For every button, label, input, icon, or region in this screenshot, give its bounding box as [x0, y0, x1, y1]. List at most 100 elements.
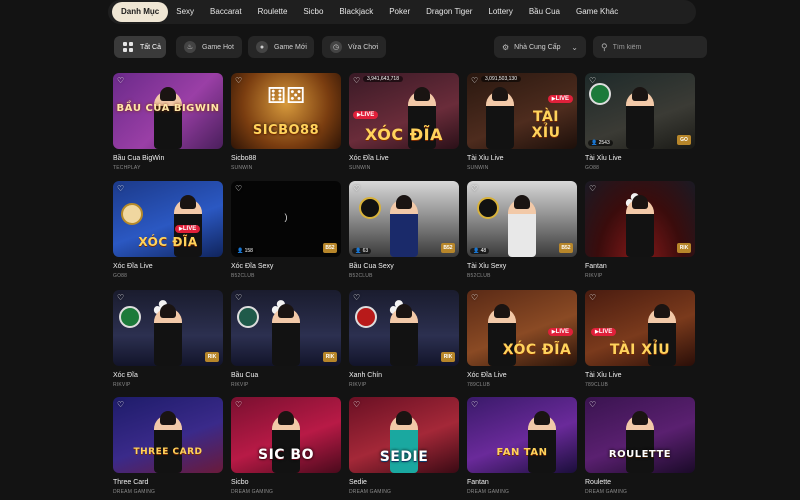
heart-icon[interactable]: ♡ — [471, 293, 478, 302]
category-lottery[interactable]: Lottery — [480, 2, 520, 22]
heart-icon[interactable]: ♡ — [471, 400, 478, 409]
heart-icon[interactable]: ♡ — [235, 184, 242, 193]
game-card[interactable]: SIC BO ♡ Sicbo DREAM GAMING — [231, 397, 341, 495]
game-thumbnail[interactable]: 👤 2543 GO ♡ — [585, 73, 695, 149]
game-card[interactable]: 3,091,503,130 LIVE TÀI XỈU ♡ Tài Xỉu Liv… — [467, 73, 577, 171]
game-thumbnail[interactable]: LIVE XÓC ĐĨA ♡ — [113, 181, 223, 257]
player-count-value: 48 — [480, 248, 487, 254]
player-count-value: 63 — [362, 248, 369, 254]
heart-icon[interactable]: ♡ — [471, 184, 478, 193]
game-provider: SUNWIN — [349, 165, 371, 171]
player-count: 👤 2543 — [588, 140, 613, 146]
heart-icon[interactable]: ♡ — [117, 184, 124, 193]
game-card[interactable]: 👤 63 B52 ♡ Bầu Cua Sexy B52CLUB — [349, 181, 459, 279]
game-thumbnail[interactable]: THREE CARD ♡ — [113, 397, 223, 473]
game-card[interactable]: LIVE XÓC ĐĨA ♡ Xóc Đĩa Live GO88 — [113, 181, 223, 279]
game-thumbnail[interactable]: ⚅⚄ SICBO88 ♡ — [231, 73, 341, 149]
game-logo: THREE CARD — [133, 447, 203, 457]
game-title: Sicbo88 — [231, 155, 257, 162]
category-poker[interactable]: Poker — [381, 2, 418, 22]
game-thumbnail[interactable]: LIVE TÀI XỈU ♡ — [585, 290, 695, 366]
game-thumbnail[interactable]: 3,091,503,130 LIVE TÀI XỈU ♡ — [467, 73, 577, 149]
category-baccarat[interactable]: Baccarat — [202, 2, 250, 22]
player-count-value: 158 — [244, 248, 253, 254]
category-sicbo[interactable]: Sicbo — [295, 2, 331, 22]
search-input[interactable] — [612, 43, 693, 51]
heart-icon[interactable]: ♡ — [117, 293, 124, 302]
game-title: Fantan — [585, 263, 607, 270]
category-bau-cua[interactable]: Bầu Cua — [521, 2, 568, 22]
heart-icon[interactable]: ♡ — [235, 400, 242, 409]
category-roulette[interactable]: Roulette — [250, 2, 296, 22]
heart-icon[interactable]: ♡ — [353, 293, 360, 302]
plate-icon — [359, 197, 381, 219]
game-thumbnail[interactable]: 👤 63 B52 ♡ — [349, 181, 459, 257]
heart-icon[interactable]: ♡ — [589, 184, 596, 193]
heart-icon[interactable]: ♡ — [117, 76, 124, 85]
game-thumbnail[interactable]: FAN TAN ♡ — [467, 397, 577, 473]
game-thumbnail[interactable]: ROULETTE ♡ — [585, 397, 695, 473]
category-blackjack[interactable]: Blackjack — [331, 2, 381, 22]
game-card[interactable]: THREE CARD ♡ Three Card DREAM GAMING — [113, 397, 223, 495]
game-title: Xóc Đĩa Live — [349, 155, 389, 162]
game-card[interactable]: LIVE XÓC ĐĨA ♡ Xóc Đĩa Live 789CLUB — [467, 290, 577, 388]
game-thumbnail[interactable]: SIC BO ♡ — [231, 397, 341, 473]
game-title: Roulette — [585, 479, 612, 486]
category-game-khac[interactable]: Game Khác — [568, 2, 626, 22]
game-card[interactable]: 👤 48 B52 ♡ Tài Xỉu Sexy B52CLUB — [467, 181, 577, 279]
heart-icon[interactable]: ♡ — [589, 76, 596, 85]
provider-select[interactable]: ⚙ Nhà Cung Cấp ⌄ — [494, 36, 586, 58]
filter-all-button[interactable]: Tất Cả — [114, 36, 166, 58]
category-sexy[interactable]: Sexy — [168, 2, 202, 22]
game-thumbnail[interactable]: 3,941,643,718 LIVE XÓC ĐĨA ♡ — [349, 73, 459, 149]
game-logo: SICBO88 — [252, 123, 320, 138]
game-card[interactable]: LIVE TÀI XỈU ♡ Tài Xỉu Live 789CLUB — [585, 290, 695, 388]
game-thumbnail[interactable]: ♣ RIK ♡ — [585, 181, 695, 257]
heart-icon[interactable]: ♡ — [353, 76, 360, 85]
game-card[interactable]: ♣ RIK ♡ Xanh Chín RIKVIP — [349, 290, 459, 388]
filter-recent-button[interactable]: ◷ Vừa Chơi — [322, 36, 386, 58]
category-all[interactable]: Danh Mục — [112, 2, 169, 22]
game-thumbnail[interactable]: BẦU CUA BIGWIN ♡ — [113, 73, 223, 149]
plate-icon — [589, 83, 611, 105]
game-thumbnail[interactable]: ♣ RIK ♡ — [349, 290, 459, 366]
game-logo: XÓC ĐĨA — [138, 235, 198, 249]
game-card[interactable]: ROULETTE ♡ Roulette DREAM GAMING — [585, 397, 695, 495]
heart-icon[interactable]: ♡ — [589, 293, 596, 302]
game-thumbnail[interactable]: ♣ RIK ♡ — [113, 290, 223, 366]
game-thumbnail[interactable]: 👤 48 B52 ♡ — [467, 181, 577, 257]
category-bar: Danh Mục Sexy Baccarat Roulette Sicbo Bl… — [108, 0, 696, 24]
heart-icon[interactable]: ♡ — [117, 400, 124, 409]
game-thumbnail[interactable]: ♣ RIK ♡ — [231, 290, 341, 366]
game-thumbnail[interactable]: LIVE XÓC ĐĨA ♡ — [467, 290, 577, 366]
game-thumbnail[interactable]: ) 👤 158 B52 ♡ — [231, 181, 341, 257]
game-thumbnail[interactable]: SEDIE ♡ — [349, 397, 459, 473]
heart-icon[interactable]: ♡ — [353, 184, 360, 193]
game-card[interactable]: FAN TAN ♡ Fantan DREAM GAMING — [467, 397, 577, 495]
game-card[interactable]: ♣ RIK ♡ Bầu Cua RIKVIP — [231, 290, 341, 388]
heart-icon[interactable]: ♡ — [235, 76, 242, 85]
game-card[interactable]: ) 👤 158 B52 ♡ Xóc Đĩa Sexy B52CLUB — [231, 181, 341, 279]
game-provider: B52CLUB — [349, 273, 373, 279]
game-card[interactable]: 👤 2543 GO ♡ Tài Xỉu Live GO88 — [585, 73, 695, 171]
game-card[interactable]: BẦU CUA BIGWIN ♡ Bầu Cua BigWin TECHPLAY — [113, 73, 223, 171]
game-card[interactable]: ♣ RIK ♡ Xóc Đĩa RIKVIP — [113, 290, 223, 388]
game-provider: SUNWIN — [231, 165, 253, 171]
heart-icon[interactable]: ♡ — [589, 400, 596, 409]
live-badge: LIVE — [175, 225, 201, 233]
provider-icon: ⚙ — [502, 42, 510, 52]
game-card[interactable]: ♣ RIK ♡ Fantan RIKVIP — [585, 181, 695, 279]
heart-icon[interactable]: ♡ — [353, 400, 360, 409]
game-title: Tài Xỉu Sexy — [467, 263, 507, 270]
dealer-figure — [528, 411, 556, 473]
filter-new-button[interactable]: ● Game Mới — [248, 36, 314, 58]
heart-icon[interactable]: ♡ — [471, 76, 478, 85]
filter-hot-button[interactable]: ♨ Game Hot — [176, 36, 242, 58]
game-card[interactable]: 3,941,643,718 LIVE XÓC ĐĨA ♡ Xóc Đĩa Liv… — [349, 73, 459, 171]
game-card[interactable]: ⚅⚄ SICBO88 ♡ Sicbo88 SUNWIN — [231, 73, 341, 171]
game-card[interactable]: SEDIE ♡ Sedie DREAM GAMING — [349, 397, 459, 495]
heart-icon[interactable]: ♡ — [235, 293, 242, 302]
game-title: Sedie — [349, 479, 367, 486]
category-dragon-tiger[interactable]: Dragon Tiger — [418, 2, 480, 22]
filter-row: Tất Cả ♨ Game Hot ● Game Mới ◷ Vừa Chơi … — [114, 36, 707, 58]
